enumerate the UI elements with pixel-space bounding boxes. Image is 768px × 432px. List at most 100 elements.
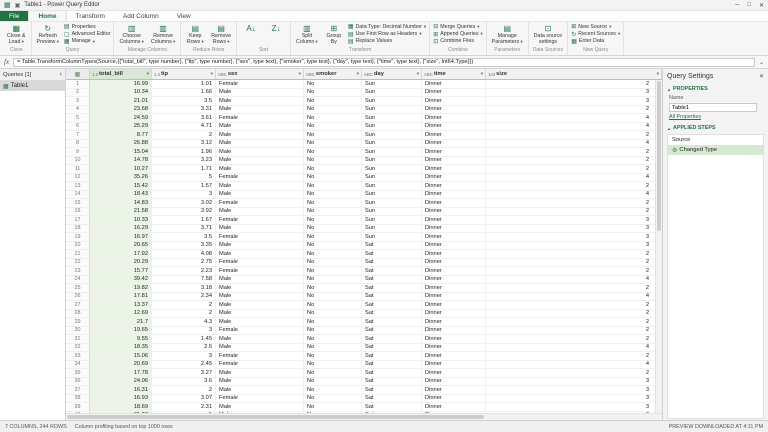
- cell[interactable]: Female: [216, 174, 304, 182]
- cell[interactable]: Dinner: [422, 182, 486, 190]
- tab-transform[interactable]: Transform: [67, 11, 114, 21]
- row-number[interactable]: 9: [66, 148, 90, 156]
- row-number[interactable]: 37: [66, 386, 90, 394]
- cell[interactable]: No: [304, 131, 362, 139]
- cell[interactable]: Male: [216, 131, 304, 139]
- filter-dropdown-icon[interactable]: ▾: [211, 71, 213, 77]
- gear-icon[interactable]: ⚙: [672, 147, 677, 154]
- button-enter-data[interactable]: ▦Enter Data: [571, 39, 620, 45]
- cell[interactable]: Sat: [362, 378, 422, 386]
- cell[interactable]: 10.27: [90, 165, 152, 173]
- cell[interactable]: Sun: [362, 131, 422, 139]
- cell[interactable]: Female: [216, 267, 304, 275]
- cell[interactable]: Sat: [362, 369, 422, 377]
- cell[interactable]: No: [304, 148, 362, 156]
- cell[interactable]: Dinner: [422, 242, 486, 250]
- button-replace-values[interactable]: ▤Replace Values: [348, 39, 426, 45]
- cell[interactable]: 2: [486, 182, 662, 190]
- select-all-button[interactable]: ▦: [66, 69, 90, 79]
- cell[interactable]: 2.5: [152, 344, 216, 352]
- cell[interactable]: 16.29: [90, 225, 152, 233]
- cell[interactable]: 35.26: [90, 174, 152, 182]
- row-number[interactable]: 17: [66, 216, 90, 224]
- cell[interactable]: Dinner: [422, 250, 486, 258]
- cell[interactable]: No: [304, 106, 362, 114]
- cell[interactable]: 2: [152, 131, 216, 139]
- filter-dropdown-icon[interactable]: ▾: [417, 71, 419, 77]
- cell[interactable]: Male: [216, 182, 304, 190]
- cell[interactable]: 10.33: [90, 216, 152, 224]
- horizontal-scroll-thumb[interactable]: [67, 415, 484, 419]
- cell[interactable]: Dinner: [422, 386, 486, 394]
- cell[interactable]: No: [304, 378, 362, 386]
- cell[interactable]: Sun: [362, 157, 422, 165]
- cell[interactable]: 16.31: [90, 386, 152, 394]
- cell[interactable]: No: [304, 233, 362, 241]
- cell[interactable]: Dinner: [422, 174, 486, 182]
- button-properties[interactable]: ▤Properties: [64, 24, 111, 30]
- cell[interactable]: No: [304, 293, 362, 301]
- cell[interactable]: Dinner: [422, 352, 486, 360]
- row-number[interactable]: 19: [66, 233, 90, 241]
- button-advanced-editor[interactable]: ▢Advanced Editor: [64, 32, 111, 38]
- cell[interactable]: Sat: [362, 293, 422, 301]
- cell[interactable]: Dinner: [422, 225, 486, 233]
- row-number[interactable]: 27: [66, 301, 90, 309]
- cell[interactable]: No: [304, 123, 362, 131]
- cell[interactable]: Dinner: [422, 148, 486, 156]
- cell[interactable]: Dinner: [422, 216, 486, 224]
- cell[interactable]: 2.23: [152, 267, 216, 275]
- row-number[interactable]: 30: [66, 327, 90, 335]
- cell[interactable]: No: [304, 284, 362, 292]
- filter-dropdown-icon[interactable]: ▾: [299, 71, 301, 77]
- cell[interactable]: Male: [216, 148, 304, 156]
- cell[interactable]: 3.5: [152, 97, 216, 105]
- tab-add-column[interactable]: Add Column: [114, 11, 168, 21]
- cell[interactable]: 2: [486, 157, 662, 165]
- cell[interactable]: Dinner: [422, 395, 486, 403]
- row-number[interactable]: 3: [66, 97, 90, 105]
- cell[interactable]: Sat: [362, 344, 422, 352]
- row-number[interactable]: 22: [66, 259, 90, 267]
- button-manage[interactable]: ▦Manage▾: [64, 39, 111, 45]
- cell[interactable]: Dinner: [422, 114, 486, 122]
- cell[interactable]: No: [304, 276, 362, 284]
- filter-dropdown-icon[interactable]: ▾: [657, 71, 659, 77]
- cell[interactable]: 2: [486, 267, 662, 275]
- cell[interactable]: Female: [216, 361, 304, 369]
- cell[interactable]: Male: [216, 318, 304, 326]
- cell[interactable]: Sun: [362, 97, 422, 105]
- cell[interactable]: No: [304, 310, 362, 318]
- cell[interactable]: 3: [486, 242, 662, 250]
- button-split-column[interactable]: ▥SplitColumn ▾: [294, 23, 320, 46]
- cell[interactable]: Male: [216, 344, 304, 352]
- cell[interactable]: Sun: [362, 174, 422, 182]
- cell[interactable]: 1.67: [152, 216, 216, 224]
- cell[interactable]: Dinner: [422, 284, 486, 292]
- cell[interactable]: 3.61: [152, 114, 216, 122]
- cell[interactable]: Dinner: [422, 165, 486, 173]
- column-header-time[interactable]: ABCtime▾: [422, 69, 486, 79]
- cell[interactable]: Dinner: [422, 191, 486, 199]
- cell[interactable]: 19.65: [90, 327, 152, 335]
- step-changed-type[interactable]: ⚙Changed Type: [668, 145, 763, 155]
- cell[interactable]: 21.01: [90, 97, 152, 105]
- cell[interactable]: 4.3: [152, 318, 216, 326]
- button-remove-rows[interactable]: ▤RemoveRows ▾: [209, 23, 233, 46]
- row-number[interactable]: 33: [66, 352, 90, 360]
- row-number[interactable]: 20: [66, 242, 90, 250]
- cell[interactable]: Sun: [362, 123, 422, 131]
- cell[interactable]: 3.23: [152, 157, 216, 165]
- cell[interactable]: 4: [486, 361, 662, 369]
- cell[interactable]: Dinner: [422, 89, 486, 97]
- row-number[interactable]: 31: [66, 335, 90, 343]
- cell[interactable]: Dinner: [422, 369, 486, 377]
- button-recent-sources[interactable]: ↻Recent Sources▾: [571, 32, 620, 38]
- cell[interactable]: Female: [216, 352, 304, 360]
- cell[interactable]: Sat: [362, 259, 422, 267]
- row-number[interactable]: 21: [66, 250, 90, 258]
- cell[interactable]: 20.29: [90, 259, 152, 267]
- cell[interactable]: Male: [216, 378, 304, 386]
- cell[interactable]: Sat: [362, 242, 422, 250]
- row-number[interactable]: 26: [66, 293, 90, 301]
